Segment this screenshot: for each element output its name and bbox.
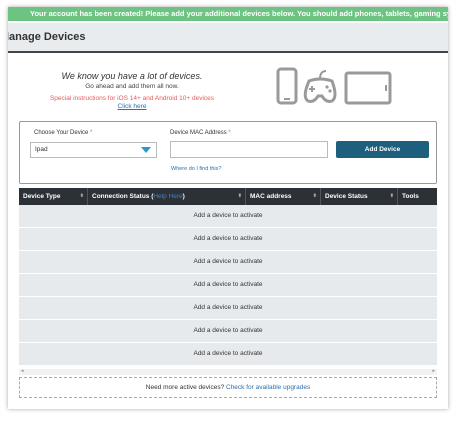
column-device-status[interactable]: Device Status ⬍: [321, 188, 398, 205]
table-row: Add a device to activate: [19, 320, 437, 343]
table-row: Add a device to activate: [19, 343, 437, 366]
scroll-right-icon[interactable]: ▸: [432, 368, 435, 374]
special-instructions: Special instructions for iOS 14+ and And…: [49, 95, 215, 102]
gamepad-icon: [303, 70, 337, 103]
mac-address-label: Device MAC Address *: [170, 130, 231, 136]
upgrade-link[interactable]: Check for available upgrades: [226, 384, 310, 391]
help-here-link[interactable]: Help Here: [153, 193, 182, 200]
click-here-link[interactable]: Click here: [22, 103, 242, 111]
table-row: Add a device to activate: [19, 297, 437, 320]
add-device-button[interactable]: Add Device: [336, 141, 429, 158]
devices-table: Device Type ⬍ Connection Status (Help Her…: [19, 188, 437, 366]
device-type-value: Ipad: [35, 146, 48, 153]
page-header: lanage Devices: [8, 23, 448, 53]
success-banner: Your account has been created! Please ad…: [8, 7, 448, 21]
table-row: Add a device to activate: [19, 228, 437, 251]
banner-text: Your account has been created! Please ad…: [30, 9, 448, 18]
column-mac-address[interactable]: MAC address ⬍: [246, 188, 321, 205]
table-row: Add a device to activate: [19, 205, 437, 228]
app-window: Your account has been created! Please ad…: [8, 7, 448, 409]
table-header: Device Type ⬍ Connection Status (Help Her…: [19, 188, 437, 205]
tablet-icon: [344, 71, 392, 105]
mac-address-input[interactable]: [170, 141, 328, 158]
upgrade-text: Need more active devices?: [145, 384, 225, 391]
mac-help-link[interactable]: Where do I find this?: [171, 166, 221, 172]
intro-section: We know you have a lot of devices. Go ah…: [22, 71, 242, 111]
intro-subline: Go ahead and add them all now.: [85, 83, 179, 90]
column-device-type[interactable]: Device Type ⬍: [19, 188, 88, 205]
device-icons: [276, 67, 392, 105]
column-connection-status[interactable]: Connection Status (Help Here) ⬍: [88, 188, 246, 205]
phone-icon: [276, 67, 298, 105]
chevron-down-icon: [141, 147, 151, 153]
upgrade-box: Need more active devices? Check for avai…: [19, 377, 437, 398]
table-row: Add a device to activate: [19, 251, 437, 274]
device-type-label: Choose Your Device *: [34, 130, 93, 136]
device-type-select[interactable]: Ipad: [30, 142, 157, 158]
page-title: lanage Devices: [8, 31, 86, 43]
add-device-form: Choose Your Device * Ipad Device MAC Add…: [19, 121, 437, 184]
column-tools[interactable]: Tools: [398, 188, 437, 205]
table-row: Add a device to activate: [19, 274, 437, 297]
scroll-left-icon[interactable]: ◂: [21, 368, 24, 374]
intro-headline: We know you have a lot of devices.: [61, 71, 203, 81]
horizontal-scrollbar[interactable]: ◂ ▸: [19, 368, 437, 375]
